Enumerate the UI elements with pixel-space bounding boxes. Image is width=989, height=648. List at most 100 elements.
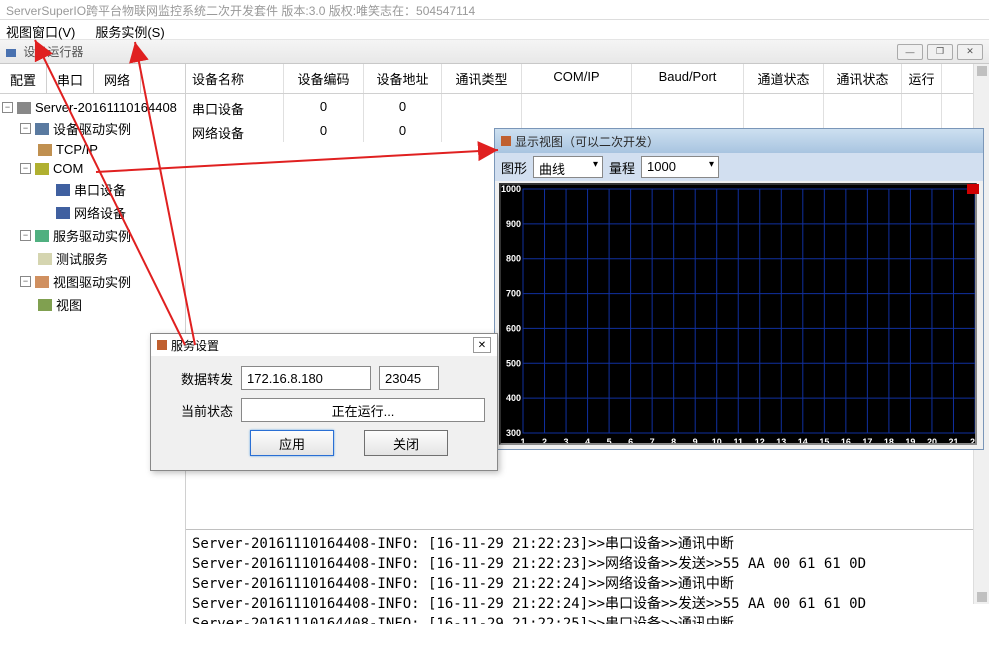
tree-service-drv[interactable]: 服务驱动实例 <box>53 226 131 245</box>
graph-toolbar: 图形 曲线 量程 1000 <box>495 153 983 181</box>
device-icon <box>35 123 49 135</box>
svg-text:500: 500 <box>506 358 521 368</box>
tree-serial-dev[interactable]: 串口设备 <box>74 180 126 199</box>
range-combo[interactable]: 1000 <box>641 156 719 178</box>
tab-config[interactable]: 配置 <box>0 64 47 93</box>
view-icon <box>38 299 52 311</box>
tree-view-leaf[interactable]: 视图 <box>56 295 82 314</box>
svg-text:8: 8 <box>671 437 676 443</box>
col-comip[interactable]: COM/IP <box>522 64 632 93</box>
tree-view-drv[interactable]: 视图驱动实例 <box>53 272 131 291</box>
maximize-button[interactable]: ❐ <box>927 44 953 60</box>
table-row[interactable]: 串口设备 0 0 <box>186 94 989 118</box>
cell-chstate <box>744 94 824 118</box>
graph-titlebar[interactable]: 显示视图（可以二次开发） <box>495 129 983 153</box>
cell-comip <box>522 94 632 118</box>
tree-toggle-icon[interactable]: − <box>20 276 31 287</box>
cell-code: 0 <box>284 118 364 142</box>
mdi-icon <box>6 49 16 57</box>
ip-input[interactable] <box>241 366 371 390</box>
tree-device-drv[interactable]: 设备驱动实例 <box>53 119 131 138</box>
svg-text:15: 15 <box>819 437 829 443</box>
svg-text:21: 21 <box>948 437 958 443</box>
port-input[interactable] <box>379 366 439 390</box>
dialog-titlebar[interactable]: 服务设置 ✕ <box>151 334 497 356</box>
cell-run <box>902 94 942 118</box>
menubar: 视图窗口(V) 服务实例(S) <box>0 20 989 40</box>
network-device-icon <box>56 207 70 219</box>
col-baud[interactable]: Baud/Port <box>632 64 744 93</box>
svg-text:19: 19 <box>905 437 915 443</box>
cell-cmstate <box>824 94 902 118</box>
minimize-button[interactable]: — <box>897 44 923 60</box>
cell-addr: 0 <box>364 118 442 142</box>
svg-text:3: 3 <box>564 437 569 443</box>
tree-toggle-icon[interactable]: − <box>20 123 31 134</box>
mdi-title: 设备运行器 <box>23 45 83 59</box>
cell-name: 串口设备 <box>186 94 284 118</box>
svg-text:7: 7 <box>650 437 655 443</box>
col-run[interactable]: 运行 <box>902 64 942 93</box>
apply-button[interactable]: 应用 <box>250 430 334 456</box>
cell-code: 0 <box>284 94 364 118</box>
graph-window-icon <box>501 136 511 146</box>
tree-tcpip[interactable]: TCP/IP <box>56 142 98 157</box>
tree-net-dev[interactable]: 网络设备 <box>74 203 126 222</box>
col-code[interactable]: 设备编码 <box>284 64 364 93</box>
svg-text:700: 700 <box>506 289 521 299</box>
left-tabs: 配置 串口 网络 <box>0 64 185 94</box>
svg-text:20: 20 <box>927 437 937 443</box>
app-titlebar: ServerSuperIO跨平台物联网监控系统二次开发套件 版本:3.0 版权:… <box>0 0 989 20</box>
tree-toggle-icon[interactable]: − <box>20 163 31 174</box>
col-type[interactable]: 通讯类型 <box>442 64 522 93</box>
svg-text:1000: 1000 <box>501 185 521 194</box>
grid-header: 设备名称 设备编码 设备地址 通讯类型 COM/IP Baud/Port 通道状… <box>186 64 989 94</box>
svg-text:9: 9 <box>693 437 698 443</box>
col-name[interactable]: 设备名称 <box>186 64 284 93</box>
mdi-title-bar: 设备运行器 — ❐ ✕ <box>0 40 989 64</box>
graph-title-text: 显示视图（可以二次开发） <box>515 133 659 150</box>
cell-type <box>442 94 522 118</box>
close-button[interactable]: ✕ <box>957 44 983 60</box>
com-icon <box>35 163 49 175</box>
col-addr[interactable]: 设备地址 <box>364 64 442 93</box>
menu-view-window[interactable]: 视图窗口(V) <box>6 22 75 37</box>
tree-toggle-icon[interactable]: − <box>20 230 31 241</box>
service-drv-icon <box>35 230 49 242</box>
server-icon <box>17 102 31 114</box>
close-button-dialog[interactable]: 关闭 <box>364 430 448 456</box>
svg-text:600: 600 <box>506 323 521 333</box>
menu-service-instance[interactable]: 服务实例(S) <box>95 22 164 37</box>
dialog-close-button[interactable]: ✕ <box>473 337 491 353</box>
shape-label: 图形 <box>501 158 527 177</box>
svg-text:18: 18 <box>884 437 894 443</box>
dialog-title-text: 服务设置 <box>171 339 219 353</box>
svg-text:10: 10 <box>712 437 722 443</box>
col-chstate[interactable]: 通道状态 <box>744 64 824 93</box>
svg-text:6: 6 <box>628 437 633 443</box>
graph-window[interactable]: 显示视图（可以二次开发） 图形 曲线 量程 1000 3004005006007… <box>494 128 984 450</box>
service-icon <box>38 253 52 265</box>
tree-test-service[interactable]: 测试服务 <box>56 249 108 268</box>
cell-baud <box>632 94 744 118</box>
tree-server[interactable]: Server-20161110164408 <box>35 100 177 115</box>
svg-text:300: 300 <box>506 428 521 438</box>
tree-com[interactable]: COM <box>53 161 83 176</box>
chart-svg: 3004005006007008009001000123456789101112… <box>501 185 975 443</box>
graph-indicator-icon <box>967 184 979 194</box>
svg-text:4: 4 <box>585 437 590 443</box>
tcpip-icon <box>38 144 52 156</box>
shape-combo[interactable]: 曲线 <box>533 156 603 178</box>
log-output[interactable]: Server-20161110164408-INFO: [16-11-29 21… <box>186 529 989 624</box>
tab-network[interactable]: 网络 <box>94 64 141 93</box>
service-settings-dialog[interactable]: 服务设置 ✕ 数据转发 当前状态 正在运行... 应用 关闭 <box>150 333 498 471</box>
cell-addr: 0 <box>364 94 442 118</box>
col-cmstate[interactable]: 通讯状态 <box>824 64 902 93</box>
svg-text:800: 800 <box>506 254 521 264</box>
svg-text:16: 16 <box>841 437 851 443</box>
graph-canvas[interactable]: 3004005006007008009001000123456789101112… <box>499 183 977 445</box>
svg-text:900: 900 <box>506 219 521 229</box>
tree-toggle-icon[interactable]: − <box>2 102 13 113</box>
tab-serial[interactable]: 串口 <box>47 64 94 93</box>
cell-name: 网络设备 <box>186 118 284 142</box>
